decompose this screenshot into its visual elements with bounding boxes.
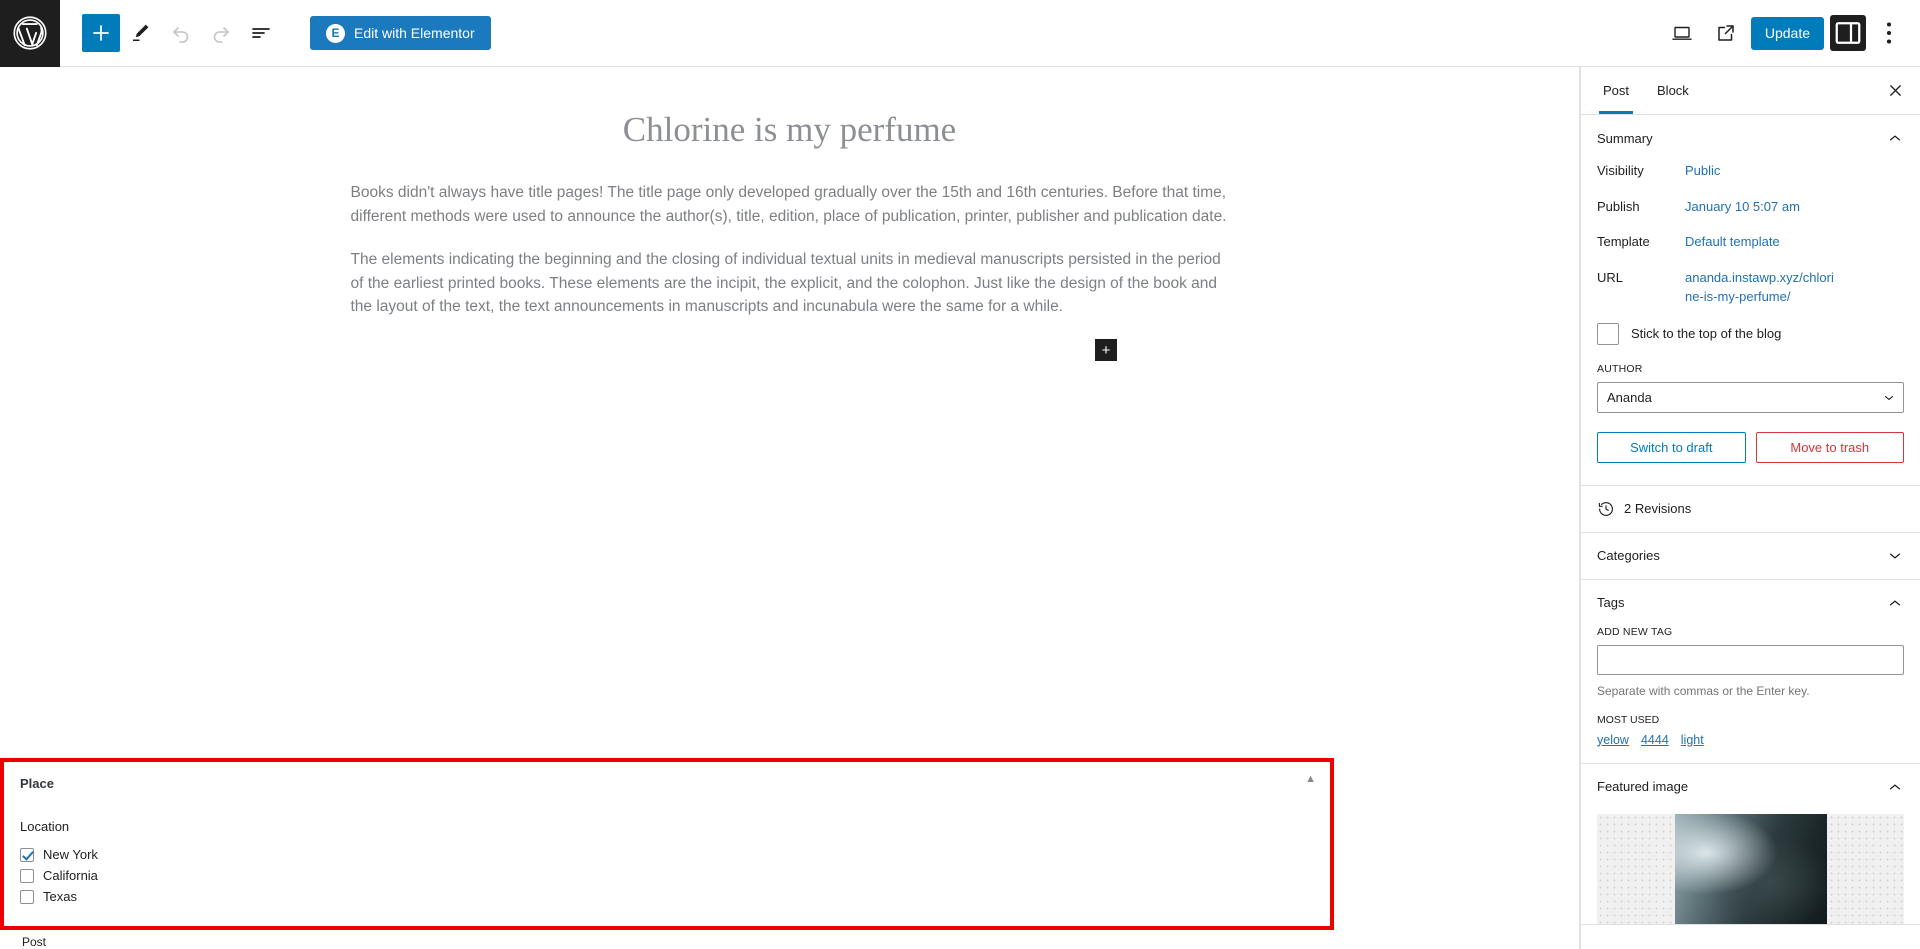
post-title[interactable]: Chlorine is my perfume [0, 109, 1579, 151]
location-label-texas: Texas [43, 889, 77, 904]
tags-heading: Tags [1597, 595, 1625, 610]
template-label: Template [1597, 234, 1650, 249]
most-used-tag-item[interactable]: 4444 [1641, 733, 1669, 747]
post-paragraph-2[interactable]: The elements indicating the beginning an… [351, 248, 1229, 319]
sidebar-tabs: Post Block [1581, 67, 1920, 115]
place-metabox-inner: Place ▲ Location New York California Tex… [4, 762, 1330, 926]
wordpress-block-editor: E Edit with Elementor Update Chlorine is… [0, 0, 1920, 949]
sidebar-scroll-region: Summary Visibility Public Publish Januar… [1581, 115, 1920, 949]
add-new-tag-input[interactable] [1597, 644, 1904, 675]
location-checkbox-texas[interactable] [20, 889, 34, 904]
sticky-post-row[interactable]: Stick to the top of the blog [1597, 322, 1904, 345]
featured-image-preview [1674, 813, 1827, 924]
place-metabox-panel: Place ▲ Location New York California Tex… [0, 758, 1334, 930]
tags-panel: Tags ADD NEW TAG Separate with commas or… [1581, 580, 1920, 764]
summary-row-url: URL ananda.instawp.xyz/chlorine-is-my-pe… [1597, 268, 1904, 307]
most-used-tag-item[interactable]: yelow [1597, 733, 1629, 747]
place-metabox-title: Place [20, 776, 54, 791]
switch-to-draft-button[interactable]: Switch to draft [1597, 431, 1746, 463]
most-used-tag-item[interactable]: light [1681, 733, 1704, 747]
undo-button[interactable] [162, 14, 200, 52]
location-option-texas[interactable]: Texas [20, 889, 1314, 904]
most-used-tag-list: yelow 4444 light [1597, 733, 1904, 747]
add-new-tag-label: ADD NEW TAG [1597, 625, 1673, 638]
summary-panel: Summary Visibility Public Publish Januar… [1581, 115, 1920, 486]
location-checkbox-california[interactable] [20, 868, 34, 883]
toolbar-right-actions: Update [1663, 14, 1920, 52]
visibility-label: Visibility [1597, 163, 1644, 178]
tags-panel-body: ADD NEW TAG Separate with commas or the … [1597, 626, 1904, 763]
template-value[interactable]: Default template [1685, 232, 1780, 252]
update-button[interactable]: Update [1750, 16, 1824, 50]
toolbar-tools: E Edit with Elementor [60, 14, 491, 52]
categories-panel: Categories [1581, 533, 1920, 580]
sticky-post-label: Stick to the top of the blog [1631, 326, 1782, 341]
tags-helper-text: Separate with commas or the Enter key. [1597, 683, 1810, 698]
location-option-california[interactable]: California [20, 868, 1314, 883]
block-inserter-button[interactable]: + [1095, 339, 1117, 361]
chevron-up-icon [1886, 129, 1904, 147]
editor-top-toolbar: E Edit with Elementor Update [0, 0, 1920, 67]
edit-with-elementor-button[interactable]: E Edit with Elementor [310, 16, 491, 50]
chevron-up-icon [1886, 594, 1904, 612]
document-overview-button[interactable] [242, 14, 280, 52]
elementor-logo-icon: E [326, 23, 345, 43]
post-paragraph-1[interactable]: Books didn't always have title pages! Th… [351, 181, 1229, 228]
editor-body: Chlorine is my perfume Books didn't alwa… [0, 67, 1920, 949]
preview-button[interactable] [1663, 14, 1701, 52]
settings-sidebar: Post Block Summary Visibility Public Pub… [1580, 67, 1920, 949]
chevron-up-icon [1886, 778, 1904, 796]
tags-panel-header[interactable]: Tags [1597, 580, 1904, 626]
author-select-wrapper: Ananda [1597, 381, 1904, 413]
revisions-label: 2 Revisions [1624, 501, 1692, 516]
author-select[interactable]: Ananda [1597, 381, 1904, 413]
redo-button[interactable] [202, 14, 240, 52]
summary-row-publish: Publish January 10 5:07 am [1597, 197, 1904, 217]
featured-image-thumbnail[interactable] [1597, 813, 1904, 924]
publish-value[interactable]: January 10 5:07 am [1685, 197, 1800, 217]
most-used-label: MOST USED [1597, 713, 1660, 726]
visibility-value[interactable]: Public [1685, 161, 1720, 181]
tab-block[interactable]: Block [1643, 67, 1703, 114]
summary-panel-header[interactable]: Summary [1597, 115, 1904, 161]
url-label: URL [1597, 269, 1624, 285]
more-options-button[interactable] [1872, 15, 1906, 51]
location-option-new-york[interactable]: New York [20, 847, 1314, 862]
revisions-link[interactable]: 2 Revisions [1597, 486, 1904, 532]
wordpress-logo-icon[interactable] [0, 0, 60, 67]
settings-sidebar-toggle[interactable] [1830, 15, 1866, 51]
revisions-clock-icon [1597, 500, 1615, 518]
location-field-label: Location [20, 819, 70, 834]
categories-panel-header[interactable]: Categories [1597, 533, 1904, 579]
author-field-label: AUTHOR [1597, 362, 1643, 375]
revisions-panel: 2 Revisions [1581, 486, 1920, 533]
summary-panel-body: Visibility Public Publish January 10 5:0… [1597, 161, 1904, 485]
tab-post[interactable]: Post [1589, 67, 1643, 114]
close-sidebar-button[interactable] [1880, 76, 1910, 106]
view-post-button[interactable] [1707, 14, 1745, 52]
featured-image-panel: Featured image [1581, 764, 1920, 925]
featured-image-panel-header[interactable]: Featured image [1597, 764, 1904, 810]
chevron-down-icon [1886, 547, 1904, 565]
location-label-california: California [43, 868, 98, 883]
summary-row-visibility: Visibility Public [1597, 161, 1904, 181]
edit-with-elementor-label: Edit with Elementor [354, 25, 475, 41]
collapse-triangle-up-icon[interactable]: ▲ [1305, 774, 1316, 785]
post-status-actions: Switch to draft Move to trash [1597, 431, 1904, 463]
location-checkbox-new-york[interactable] [20, 847, 34, 862]
edit-tools-button[interactable] [122, 14, 160, 52]
post-content: Chlorine is my perfume Books didn't alwa… [0, 67, 1579, 319]
move-to-trash-button[interactable]: Move to trash [1755, 431, 1904, 463]
breadcrumb: Post [22, 935, 47, 949]
sticky-post-checkbox[interactable] [1597, 322, 1619, 345]
publish-label: Publish [1597, 198, 1640, 214]
url-value[interactable]: ananda.instawp.xyz/chlorine-is-my-perfum… [1685, 268, 1835, 307]
featured-image-heading: Featured image [1597, 779, 1689, 794]
summary-row-template: Template Default template [1597, 232, 1904, 252]
summary-heading: Summary [1597, 130, 1653, 146]
location-label-new-york: New York [43, 847, 98, 862]
add-block-button[interactable] [82, 14, 120, 52]
categories-heading: Categories [1597, 548, 1660, 563]
